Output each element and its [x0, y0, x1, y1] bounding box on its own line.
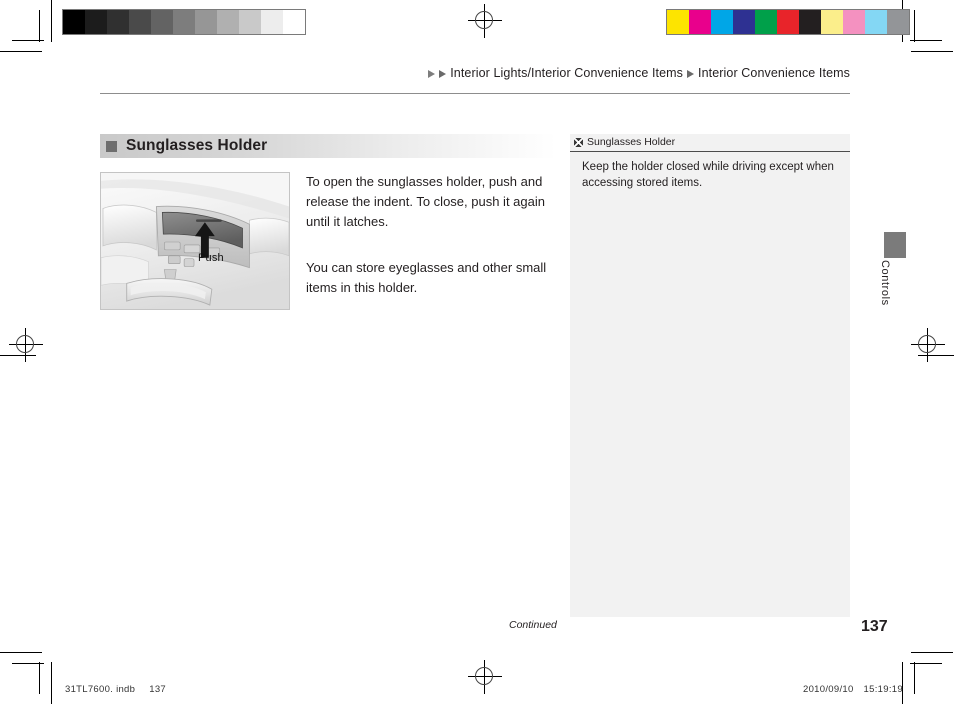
breadcrumb-arrow-icon — [439, 69, 447, 78]
color-calibration-bar — [666, 9, 910, 35]
chapter-thumb-tab — [884, 232, 906, 258]
page-title: Sunglasses Holder — [126, 137, 268, 154]
color-swatch — [667, 10, 689, 34]
crop-mark-top-left-horizontal — [0, 51, 42, 52]
crop-mark-bottom-right-vertical — [902, 662, 903, 704]
section-bullet-icon — [106, 140, 117, 152]
grayscale-swatch — [129, 10, 151, 34]
note-header: Sunglasses Holder — [570, 134, 850, 152]
crop-mark-bottom-left-inner-horizontal — [12, 663, 44, 664]
grayscale-swatch — [107, 10, 129, 34]
print-time: 15:19:19 — [863, 684, 903, 695]
section-title-bar: Sunglasses Holder — [100, 134, 556, 158]
crop-mark-top-left-vertical — [51, 0, 52, 42]
registration-mark-right-center — [911, 328, 945, 362]
breadcrumb-arrow-icon — [687, 69, 695, 78]
color-swatch — [799, 10, 821, 34]
body-paragraph-2: You can store eyeglasses and other small… — [306, 260, 547, 295]
grayscale-swatch — [239, 10, 261, 34]
crop-mark-bottom-left-inner-vertical — [39, 662, 40, 694]
grayscale-swatch — [195, 10, 217, 34]
grayscale-swatch — [217, 10, 239, 34]
breadcrumb-item-2: Interior Convenience Items — [698, 66, 850, 80]
grayscale-swatch — [283, 10, 305, 34]
print-file-name: 31TL7600. indb — [65, 684, 136, 695]
grayscale-swatch — [85, 10, 107, 34]
crop-mark-bottom-left-vertical — [51, 662, 52, 704]
color-swatch — [755, 10, 777, 34]
breadcrumb: Interior Lights/Interior Convenience Ite… — [428, 66, 850, 80]
color-swatch — [865, 10, 887, 34]
grayscale-calibration-bar — [62, 9, 306, 35]
color-swatch — [777, 10, 799, 34]
note-marker-icon — [574, 137, 583, 147]
note-title: Sunglasses Holder — [587, 136, 676, 148]
color-swatch — [821, 10, 843, 34]
crop-mark-top-left-inner-vertical — [39, 10, 40, 42]
grayscale-swatch — [261, 10, 283, 34]
crop-mark-top-left-inner-horizontal — [12, 40, 44, 41]
figure-push-label: Push — [198, 252, 224, 264]
crop-mark-bottom-right-inner-vertical — [914, 662, 915, 694]
registration-mark-bottom-center — [468, 660, 502, 694]
print-date: 2010/09/10 — [803, 684, 854, 695]
print-file-info: 31TL7600. indb 137 — [65, 684, 166, 695]
chapter-thumb-tab-label: Controls — [879, 260, 891, 306]
crop-mark-top-right-inner-vertical — [914, 10, 915, 42]
page-number: 137 — [861, 618, 888, 635]
grayscale-swatch — [63, 10, 85, 34]
running-header: Interior Lights/Interior Convenience Ite… — [100, 66, 850, 94]
overhead-console-figure: Push — [100, 172, 290, 310]
main-content-column: Sunglasses Holder Push To open the sungl… — [100, 134, 556, 310]
note-box: Sunglasses Holder Keep the holder closed… — [570, 134, 850, 617]
breadcrumb-arrow-icon — [428, 69, 436, 78]
body-paragraph-1: To open the sunglasses holder, push and … — [306, 174, 545, 229]
breadcrumb-item-1: Interior Lights/Interior Convenience Ite… — [450, 66, 684, 80]
overhead-console-illustration — [101, 173, 289, 309]
sidebar-column: Sunglasses Holder Keep the holder closed… — [570, 134, 850, 617]
continued-label: Continued — [509, 619, 557, 631]
registration-mark-top-center — [468, 4, 502, 38]
color-swatch — [689, 10, 711, 34]
grayscale-swatch — [173, 10, 195, 34]
color-swatch — [733, 10, 755, 34]
color-swatch — [887, 10, 909, 34]
color-swatch — [843, 10, 865, 34]
print-timestamp: 2010/09/10 15:19:19 — [803, 684, 903, 695]
color-swatch — [711, 10, 733, 34]
crop-mark-bottom-right-inner-horizontal — [910, 663, 942, 664]
body-text: To open the sunglasses holder, push and … — [306, 172, 551, 298]
crop-mark-top-right-inner-horizontal — [910, 40, 942, 41]
note-text: Keep the holder closed while driving exc… — [582, 161, 834, 189]
crop-mark-bottom-left-horizontal — [0, 652, 42, 653]
registration-mark-left-center — [9, 328, 43, 362]
crop-mark-bottom-right-horizontal — [911, 652, 953, 653]
print-file-page: 137 — [149, 684, 166, 695]
grayscale-swatch — [151, 10, 173, 34]
crop-mark-top-right-horizontal — [911, 51, 953, 52]
